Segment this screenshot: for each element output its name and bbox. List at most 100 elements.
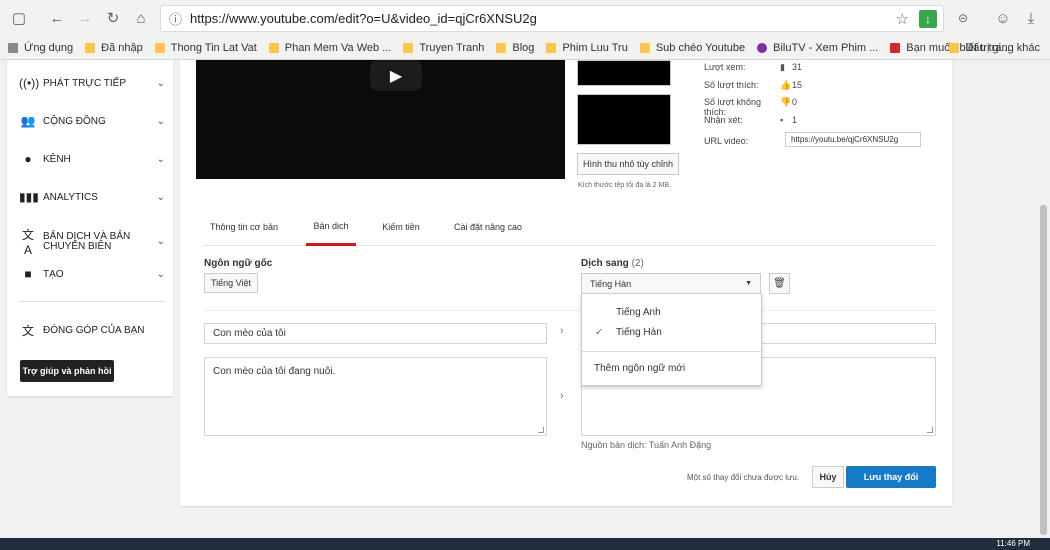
- create-icon: ■: [24, 267, 32, 281]
- bookmark-item[interactable]: Truyen Tranh: [403, 42, 484, 54]
- bookmark-item[interactable]: Blog: [496, 42, 534, 54]
- original-title-field[interactable]: Con mèo của tôi: [204, 323, 547, 344]
- video-player[interactable]: ▶: [196, 60, 565, 179]
- source-language-heading: Ngôn ngữ gốc: [204, 258, 273, 269]
- comment-icon: ▪: [780, 115, 784, 125]
- home-icon[interactable]: ⌂: [128, 5, 154, 31]
- check-icon: ✓: [595, 327, 604, 338]
- bookmark-other[interactable]: Dấu trang khác: [949, 42, 1040, 54]
- browser-toolbar: ▢ ← → ↻ ⌂ ⓘ https://www.youtube.com/edit…: [0, 0, 1050, 36]
- folder-icon: [268, 42, 279, 53]
- tab-advanced[interactable]: Cài đặt nâng cao: [448, 209, 528, 245]
- scrollbar-thumb[interactable]: [1040, 205, 1047, 535]
- stat-comments: Nhận xét: ▪ 1: [704, 115, 798, 125]
- chevron-down-icon[interactable]: ⌄: [157, 78, 165, 89]
- stat-dislikes: Số lượt không thích: 👎 0: [704, 97, 798, 117]
- thumbnail-note: Kích thước tệp tối đa là 2 MB.: [578, 182, 671, 189]
- contribute-icon: 文: [21, 324, 34, 338]
- folder-icon: [949, 42, 960, 53]
- chevron-down-icon[interactable]: ⌄: [157, 116, 165, 127]
- bookmark-item[interactable]: Phan Mem Va Web ...: [268, 42, 391, 54]
- channel-icon: ●: [24, 152, 32, 166]
- caret-down-icon: ▼: [745, 280, 752, 287]
- url-text[interactable]: https://www.youtube.com/edit?o=U&video_i…: [190, 11, 537, 26]
- chevron-down-icon[interactable]: ⌄: [157, 269, 165, 280]
- stat-views: Lượt xem: ▮ 31: [704, 62, 803, 72]
- sidebar-item-label: ĐÓNG GÓP CỦA BẠN: [43, 325, 145, 336]
- folder-icon: [496, 42, 507, 53]
- sidebar-item-channel[interactable]: ● KÊNH ⌄: [19, 152, 165, 166]
- bookmark-item[interactable]: Sub chéo Youtube: [639, 42, 745, 54]
- folder-icon: [85, 42, 96, 53]
- bookmark-item[interactable]: Đã nhập: [85, 42, 143, 54]
- sidebar-item-live[interactable]: ((•)) PHÁT TRỰC TIẾP ⌄: [19, 76, 165, 90]
- sidebar-item-label: PHÁT TRỰC TIẾP: [43, 77, 127, 89]
- back-icon[interactable]: ←: [44, 5, 70, 31]
- unsaved-note: Một số thay đổi chưa được lưu.: [687, 473, 800, 482]
- sidebar-item-label: TẠO: [43, 268, 64, 280]
- video-url-field[interactable]: https://youtu.be/qjCr6XNSU2g: [785, 132, 921, 147]
- forward-icon[interactable]: →: [72, 5, 98, 31]
- star-icon[interactable]: ☆: [896, 10, 909, 28]
- download-icon[interactable]: ⤓: [1018, 5, 1044, 31]
- cancel-button[interactable]: Hủy: [812, 466, 844, 488]
- translate-icon: 文A: [21, 228, 34, 257]
- bar-chart-icon: ▮: [780, 62, 785, 72]
- sidebar-item-label: KÊNH: [43, 153, 71, 165]
- extension-icon[interactable]: ↓: [919, 10, 937, 28]
- help-feedback-button[interactable]: Trợ giúp và phản hồi: [20, 360, 114, 382]
- sidebar-item-contributions[interactable]: 文 ĐÓNG GÓP CỦA BẠN: [19, 322, 165, 339]
- chevron-right-icon[interactable]: ›: [560, 325, 564, 337]
- tab-translations[interactable]: Bản dịch: [306, 209, 356, 246]
- bookmark-item[interactable]: BiluTV - Xem Phim ...: [757, 42, 878, 54]
- play-icon[interactable]: ▶: [370, 60, 422, 91]
- scrollbar[interactable]: [1036, 60, 1050, 538]
- analytics-icon: ▮▮▮: [19, 190, 39, 204]
- site-icon: [757, 42, 768, 53]
- address-bar[interactable]: ⓘ https://www.youtube.com/edit?o=U&video…: [160, 5, 944, 32]
- profile-icon[interactable]: ⊝: [950, 5, 976, 31]
- custom-thumbnail-button[interactable]: Hình thu nhỏ tùy chỉnh: [577, 153, 679, 175]
- clock: 11:46 PM: [996, 539, 1030, 548]
- tab-monetization[interactable]: Kiếm tiền: [376, 209, 426, 245]
- stat-likes: Số lượt thích: 👍 15: [704, 80, 803, 90]
- sidebar: ((•)) PHÁT TRỰC TIẾP ⌄ 👥 CỘNG ĐỒNG ⌄ ● KÊNH ⌄ …: [7, 60, 173, 396]
- sidebar-item-analytics[interactable]: ▮▮▮ ANALYTICS ⌄: [19, 190, 165, 204]
- sidebar-item-community[interactable]: 👥 CỘNG ĐỒNG ⌄: [19, 114, 165, 128]
- live-icon: ((•)): [19, 76, 40, 90]
- bookmark-item[interactable]: Phim Luu Tru: [546, 42, 628, 54]
- target-language-select[interactable]: Tiếng Hàn ▼: [581, 273, 761, 294]
- menu-item-add-language[interactable]: Thêm ngôn ngữ mới: [594, 363, 685, 374]
- source-language-button[interactable]: Tiếng Việt: [204, 273, 258, 293]
- thumb-up-icon: 👍: [780, 80, 792, 90]
- thumb-down-icon: 👎: [780, 97, 792, 107]
- menu-item-korean[interactable]: Tiếng Hàn: [616, 327, 662, 338]
- translation-source: Nguồn bản dịch: Tuấn Anh Đặng: [581, 440, 712, 450]
- sidebar-item-create[interactable]: ■ TẠO ⌄: [19, 267, 165, 281]
- tab-bar: Thông tin cơ bản Bản dịch Kiếm tiền Cài …: [204, 209, 936, 246]
- chevron-right-icon[interactable]: ›: [560, 390, 564, 402]
- bookmark-apps[interactable]: Ứng dụng: [8, 42, 73, 54]
- folder-icon: [546, 42, 557, 53]
- bookmark-item[interactable]: Thong Tin Lat Vat: [154, 42, 257, 54]
- reload-icon[interactable]: ↻: [100, 5, 126, 31]
- language-count: (2): [631, 258, 644, 269]
- chevron-down-icon[interactable]: ⌄: [157, 154, 165, 165]
- window-icon[interactable]: ▢: [6, 5, 32, 31]
- menu-item-english[interactable]: Tiếng Anh: [616, 307, 661, 318]
- resize-handle[interactable]: [538, 427, 544, 433]
- chevron-down-icon[interactable]: ⌄: [157, 192, 165, 203]
- tab-basic-info[interactable]: Thông tin cơ bản: [204, 209, 284, 245]
- save-button[interactable]: Lưu thay đổi: [846, 466, 936, 488]
- thumbnail-option[interactable]: [577, 94, 671, 145]
- delete-icon[interactable]: 🗑: [769, 273, 790, 294]
- sidebar-item-translations[interactable]: 文A BẢN DỊCH VÀ BẢN CHUYỂN BIÊN ⌄: [19, 226, 165, 257]
- resize-handle[interactable]: [927, 427, 933, 433]
- thumbnail-option[interactable]: [577, 60, 671, 86]
- chevron-down-icon[interactable]: ⌄: [157, 236, 165, 247]
- divider: [19, 301, 165, 302]
- info-icon[interactable]: ⓘ: [169, 9, 182, 28]
- avatar[interactable]: ☺: [990, 5, 1016, 31]
- original-description-field[interactable]: Con mèo của tôi đang nuôi.: [204, 357, 547, 436]
- language-dropdown-menu: Tiếng Anh ✓ Tiếng Hàn Thêm ngôn ngữ mới: [581, 293, 762, 386]
